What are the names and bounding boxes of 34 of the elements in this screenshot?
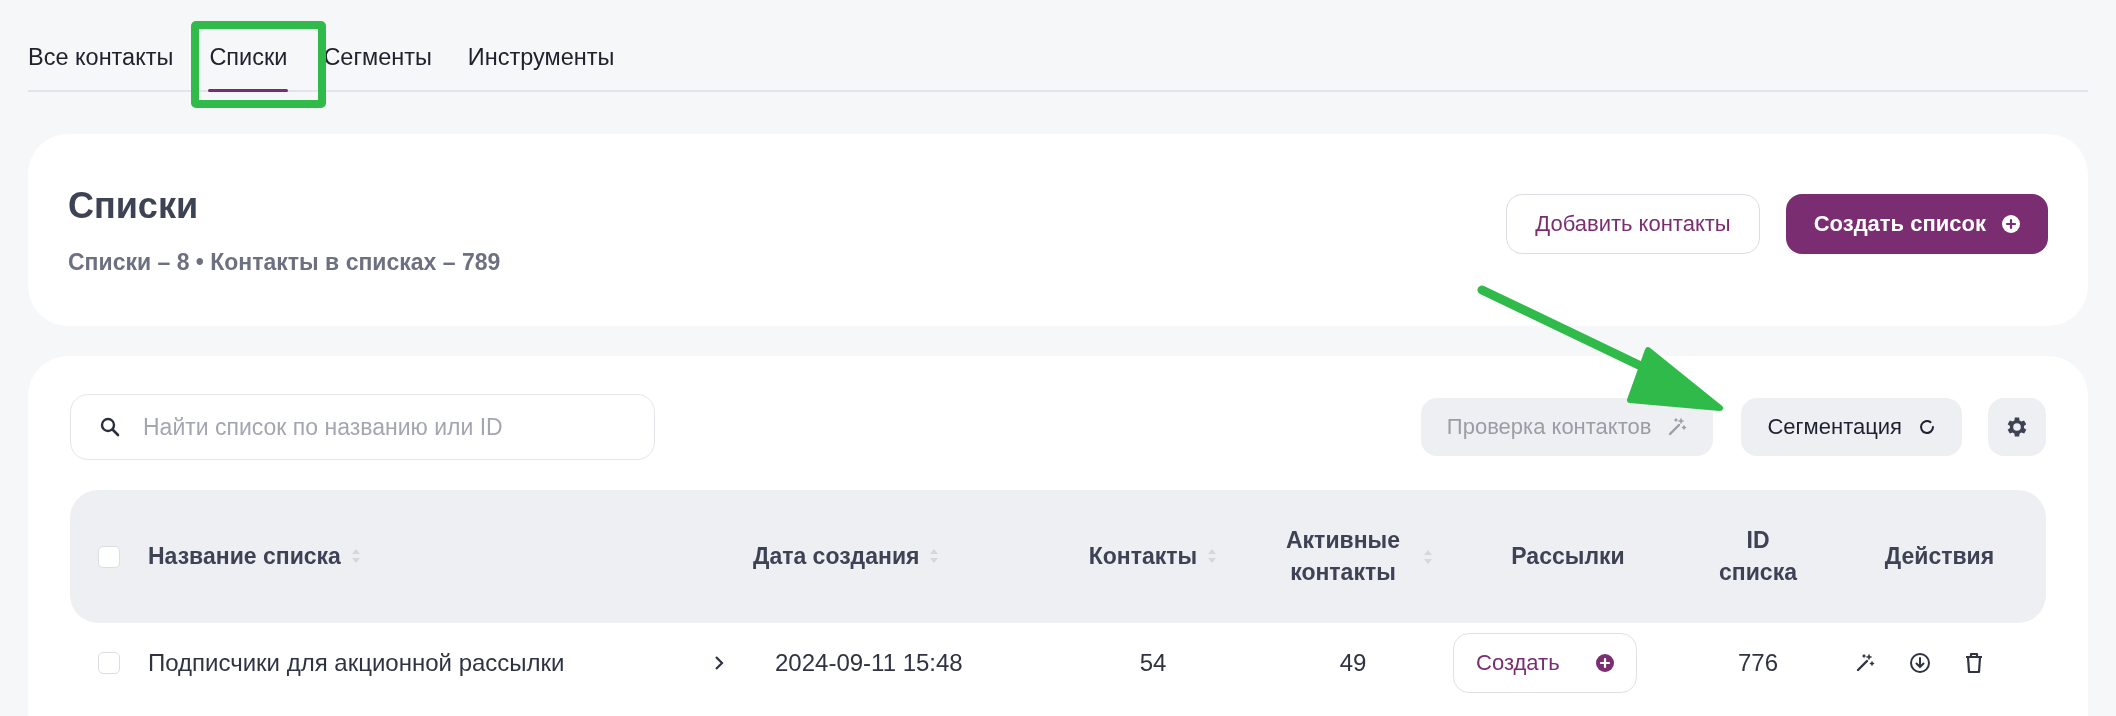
add-contacts-button[interactable]: Добавить контакты [1506, 194, 1760, 254]
column-header: Активные контакты [1285, 526, 1401, 587]
table-cell-text: 49 [1338, 649, 1368, 677]
column-header: Рассылки [1511, 541, 1625, 571]
list-name[interactable]: Подписчики для акционной рассылки [148, 649, 565, 677]
page-title: Списки [68, 184, 200, 227]
plus-circle-icon [2002, 215, 2020, 233]
trash-icon[interactable] [1965, 652, 1983, 674]
column-header: Контакты [1088, 541, 1198, 571]
column-header: Название списка [148, 541, 341, 571]
checkbox[interactable] [98, 545, 120, 568]
create-list-button[interactable]: Создать список [1785, 194, 2048, 254]
download-icon[interactable] [1909, 652, 1931, 674]
table-cell-text: 2024-09-11 15:48 [774, 649, 964, 677]
tab[interactable]: Сегменты [305, 44, 450, 90]
checkbox[interactable] [98, 652, 120, 674]
tab[interactable]: Списки [191, 44, 306, 90]
create-mailing-button[interactable]: Создать [1453, 633, 1637, 693]
segmentation-button[interactable]: Сегментация [1741, 398, 1962, 456]
chevron-right-icon[interactable] [713, 654, 725, 672]
summary-text: Списки – 8 • Контакты в списках – 789 [68, 248, 501, 276]
column-header: Действия [1884, 541, 1995, 571]
column-header: Дата создания [753, 541, 920, 571]
settings-button[interactable] [1988, 398, 2046, 456]
table-cell-text: 776 [1736, 649, 1779, 677]
refresh-icon [1918, 418, 1936, 436]
magic-wand-icon [1667, 417, 1688, 437]
search-field[interactable]: Найти список по названию или ID [70, 394, 655, 460]
column-header: ID списка [1718, 526, 1799, 587]
plus-circle-icon [1595, 654, 1614, 672]
magic-wand-icon [1855, 653, 1875, 673]
tab[interactable]: Инструменты [449, 44, 633, 90]
table-cell-text: 54 [1138, 649, 1168, 677]
tab[interactable]: Все контакты [28, 44, 192, 90]
